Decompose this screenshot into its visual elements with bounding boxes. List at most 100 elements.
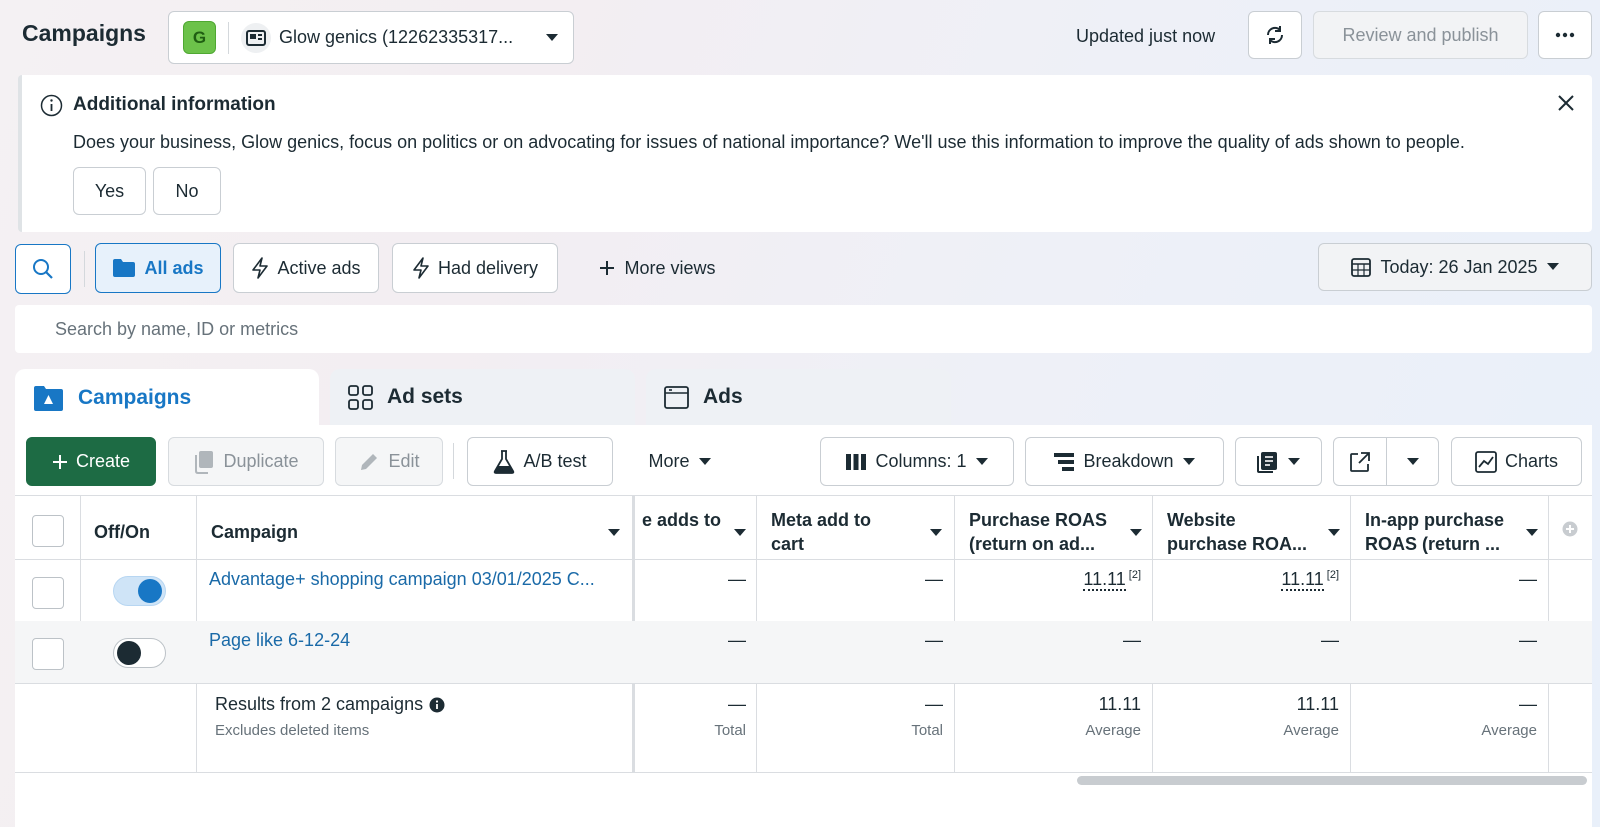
reports-icon — [1256, 451, 1277, 473]
cell-value: — — [728, 569, 746, 589]
no-button[interactable]: No — [153, 167, 221, 215]
header-line: (return on ad... — [969, 534, 1095, 554]
calendar-icon — [1351, 258, 1372, 277]
export-dropdown-button[interactable] — [1386, 437, 1439, 486]
reports-button[interactable] — [1235, 437, 1322, 486]
chart-line-icon — [1475, 450, 1497, 473]
header-line: purchase ROA... — [1167, 534, 1308, 554]
summary-label: Average — [1283, 722, 1339, 739]
header-adds-to[interactable]: e adds to — [642, 508, 721, 532]
caret-down-icon — [1406, 457, 1419, 465]
cell-value: — — [925, 569, 943, 589]
duplicate-button[interactable]: Duplicate — [168, 437, 324, 486]
charts-button[interactable]: Charts — [1451, 437, 1582, 486]
account-name: Glow genics (12262335317... — [279, 27, 514, 47]
header-line: cart — [771, 534, 805, 554]
create-label: Create — [75, 451, 131, 471]
add-column-icon[interactable] — [1562, 521, 1578, 537]
ad-window-icon — [664, 385, 689, 409]
edit-button[interactable]: Edit — [335, 437, 443, 486]
sort-caret-icon[interactable] — [1526, 529, 1538, 536]
breakdown-button[interactable]: Breakdown — [1025, 437, 1224, 486]
divider — [84, 251, 85, 287]
divider — [453, 443, 454, 479]
more-views-label: More views — [624, 257, 716, 278]
close-icon[interactable] — [1557, 94, 1575, 112]
more-actions-button[interactable]: More — [625, 437, 735, 486]
columns-button[interactable]: Columns: 1 — [820, 437, 1014, 486]
header-website-purchase-roas[interactable]: Website purchase ROA... — [1167, 508, 1307, 556]
more-label: More — [648, 451, 690, 471]
sort-caret-icon[interactable] — [608, 529, 620, 536]
row-checkbox[interactable] — [32, 638, 64, 670]
campaign-name-link[interactable]: Page like 6-12-24 — [209, 630, 350, 651]
export-button[interactable] — [1333, 437, 1387, 486]
cell-value[interactable]: 11.11 [2] — [1161, 569, 1339, 591]
summary-label: Total — [714, 722, 746, 739]
header-line: Purchase ROAS — [969, 510, 1108, 530]
more-options-button[interactable] — [1538, 11, 1592, 59]
ab-test-label: A/B test — [523, 451, 587, 471]
date-label: Today: 26 Jan 2025 — [1380, 256, 1538, 277]
sort-caret-icon[interactable] — [1130, 529, 1142, 536]
charts-label: Charts — [1504, 451, 1558, 471]
refresh-icon — [1266, 26, 1284, 44]
cell-value[interactable]: 11.11 [2] — [963, 569, 1141, 591]
table-row[interactable]: Page like 6-12-24 — — — — — — [15, 621, 1592, 683]
ab-test-button[interactable]: A/B test — [467, 437, 613, 486]
header-line: Website — [1167, 510, 1236, 530]
metric-value[interactable]: 11.11 — [1281, 569, 1324, 591]
sort-caret-icon[interactable] — [930, 529, 942, 536]
lightning-icon — [413, 257, 429, 279]
toggle-knob — [117, 641, 141, 665]
account-badge: G — [183, 21, 216, 54]
summary-value: 11.11 — [1098, 694, 1141, 714]
tab-campaigns[interactable]: Campaigns — [15, 369, 319, 427]
refresh-button[interactable] — [1248, 11, 1302, 59]
breakdown-icon — [1054, 452, 1075, 471]
caret-down-icon — [1287, 457, 1300, 465]
campaigns-panel: Create Duplicate Edit A/B test More Colu… — [15, 425, 1592, 827]
cell-value: — — [1519, 569, 1537, 589]
row-checkbox[interactable] — [32, 577, 64, 609]
campaign-icon — [34, 385, 63, 411]
had-delivery-tab[interactable]: Had delivery — [392, 243, 558, 293]
header-in-app-purchase-roas[interactable]: In-app purchase ROAS (return ... — [1365, 508, 1504, 556]
campaign-name-link[interactable]: Advantage+ shopping campaign 03/01/2025 … — [209, 569, 595, 590]
cell-value: — — [1519, 630, 1537, 650]
footnote[interactable]: [2] — [1327, 569, 1339, 581]
active-ads-tab[interactable]: Active ads — [233, 243, 379, 293]
sort-caret-icon[interactable] — [734, 529, 746, 536]
horizontal-scrollbar[interactable] — [1077, 776, 1587, 785]
tab-ads-label: Ads — [703, 385, 743, 408]
search-input[interactable]: Search by name, ID or metrics — [15, 305, 1592, 353]
header-purchase-roas[interactable]: Purchase ROAS (return on ad... — [969, 508, 1107, 556]
tab-ads[interactable]: Ads — [646, 369, 951, 425]
yes-button[interactable]: Yes — [73, 167, 146, 215]
tab-ad-sets[interactable]: Ad sets — [330, 369, 635, 425]
cell-value: — — [1123, 630, 1141, 650]
campaign-toggle[interactable] — [113, 576, 166, 606]
account-selector[interactable]: G Glow genics (12262335317... — [168, 11, 574, 64]
select-all-checkbox[interactable] — [32, 515, 64, 547]
all-ads-tab[interactable]: All ads — [95, 243, 221, 293]
header-meta-add-to-cart[interactable]: Meta add to cart — [771, 508, 871, 556]
folder-icon — [113, 259, 136, 277]
review-and-publish-button[interactable]: Review and publish — [1313, 11, 1528, 59]
search-button[interactable] — [15, 244, 71, 294]
metric-value[interactable]: 11.11 — [1083, 569, 1126, 591]
duplicate-label: Duplicate — [223, 451, 299, 471]
info-icon[interactable] — [429, 697, 445, 713]
campaign-toggle[interactable] — [113, 638, 166, 668]
flask-icon — [494, 449, 515, 474]
sort-caret-icon[interactable] — [1328, 529, 1340, 536]
table-row[interactable]: Advantage+ shopping campaign 03/01/2025 … — [15, 560, 1592, 621]
cell-value: — — [925, 630, 943, 650]
header-campaign[interactable]: Campaign — [211, 520, 298, 544]
more-views-button[interactable]: More views — [582, 243, 732, 293]
create-button[interactable]: Create — [26, 437, 156, 486]
date-range-picker[interactable]: Today: 26 Jan 2025 — [1318, 243, 1592, 291]
footnote[interactable]: [2] — [1129, 569, 1141, 581]
updated-status: Updated just now — [1076, 26, 1216, 46]
campaigns-table: Off/On Campaign e adds to Meta add to car… — [15, 495, 1592, 773]
